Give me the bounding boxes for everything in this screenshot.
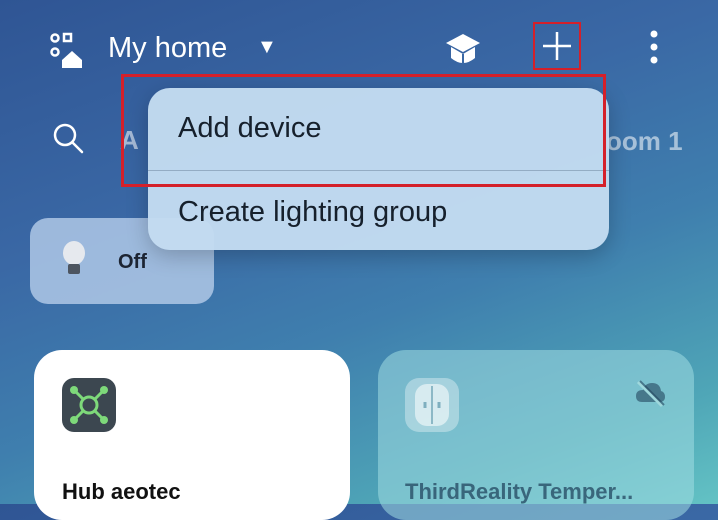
more-options-icon[interactable] (640, 28, 668, 68)
home-grid-icon[interactable] (48, 30, 88, 70)
device-name: Hub aeotec (62, 479, 181, 504)
tab-all[interactable]: A (120, 125, 139, 156)
cloud-off-icon (636, 380, 665, 408)
home-name[interactable]: My home (108, 32, 227, 65)
menu-item-add-device[interactable]: Add device (178, 112, 322, 145)
light-bulb-icon (63, 241, 85, 274)
device-name: ThirdReality Temper... (405, 479, 634, 504)
lights-off-label: Off (118, 251, 147, 273)
add-menu: Add device Create lighting group (148, 88, 609, 250)
sensor-device-icon (405, 378, 459, 432)
add-button[interactable] (533, 22, 581, 70)
menu-item-create-lighting-group[interactable]: Create lighting group (178, 196, 447, 229)
tab-room-1[interactable]: oom 1 (606, 126, 683, 157)
menu-divider (148, 170, 609, 171)
search-icon[interactable] (50, 120, 86, 156)
plus-icon (543, 32, 571, 60)
scene-icon[interactable] (443, 30, 483, 70)
hub-device-icon (62, 378, 116, 432)
chevron-down-icon[interactable]: ▼ (257, 36, 277, 59)
